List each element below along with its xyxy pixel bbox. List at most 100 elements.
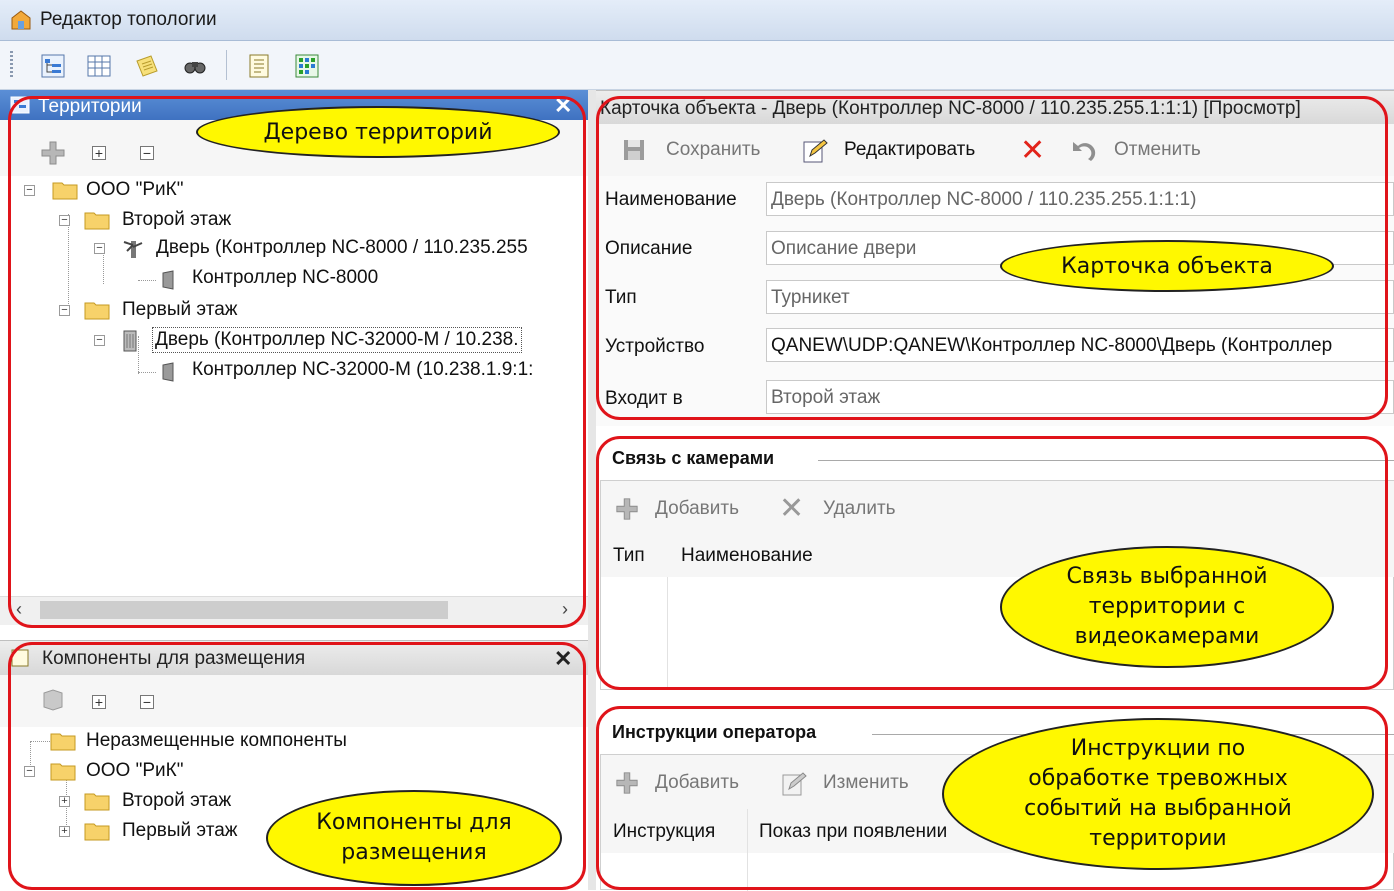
change-label: Изменить — [823, 772, 909, 793]
callout-text: Инструкции по — [1070, 736, 1246, 761]
tree-node-label: Второй этаж — [122, 790, 232, 811]
tree-node-company[interactable]: − ООО "РиК" — [0, 176, 588, 204]
callout-components: Компоненты для размещения — [266, 790, 562, 886]
vertical-splitter[interactable] — [588, 90, 596, 890]
tree-node-label: Первый этаж — [122, 299, 238, 320]
place-component-icon[interactable] — [40, 687, 66, 713]
tree-node-label: ООО "РиК" — [86, 179, 184, 200]
territories-panel-title: Территории — [38, 96, 142, 117]
device-label: Устройство — [605, 336, 705, 357]
parent-field[interactable]: Второй этаж — [766, 380, 1394, 414]
tree-node-controller-nc8000[interactable]: Контроллер NC-8000 — [0, 264, 588, 292]
callout-text: событий на выбранной — [1024, 796, 1292, 821]
name-label: Наименование — [605, 189, 737, 210]
components-icon — [11, 649, 29, 667]
components-toolbar: + − — [0, 675, 588, 727]
tree-node-unplaced[interactable]: Неразмещенные компоненты — [0, 727, 588, 755]
column-header-show[interactable]: Показ при появлении — [759, 821, 947, 843]
door-icon — [123, 330, 137, 352]
card-title: Карточка объекта - Дверь (Контроллер NC-… — [600, 98, 1301, 119]
callout-text: размещения — [341, 840, 487, 865]
territories-tree: − ООО "РиК" − Второй этаж − Дверь (Контр… — [0, 176, 588, 596]
delete-icon: ✕ — [779, 492, 805, 525]
grid-view-icon[interactable] — [86, 53, 112, 79]
territories-hscrollbar[interactable]: ‹ › — [0, 596, 588, 625]
callout-cameras: Связь выбранной территории с видеокамера… — [1000, 546, 1334, 668]
collapse-node-icon[interactable]: − — [24, 185, 35, 196]
turnstile-icon — [123, 241, 143, 258]
tree-node-label: ООО "РиК" — [86, 760, 184, 781]
parent-label: Входит в — [605, 388, 683, 409]
expand-node-icon[interactable]: + — [59, 826, 70, 837]
binoculars-icon[interactable] — [182, 53, 208, 79]
callout-text: Дерево территорий — [263, 119, 493, 145]
cancel-label: Отменить — [1114, 139, 1201, 160]
card-header: Карточка объекта - Дверь (Контроллер NC-… — [596, 90, 1394, 126]
toolbar-grip[interactable] — [10, 51, 13, 79]
tree-node-label: Первый этаж — [122, 820, 238, 841]
controller-icon — [162, 362, 174, 382]
column-divider — [747, 809, 748, 891]
edit-icon — [782, 772, 807, 796]
add-icon[interactable] — [40, 140, 66, 166]
callout-text: Карточка объекта — [1061, 253, 1273, 279]
expand-node-icon[interactable]: + — [59, 796, 70, 807]
callout-text: видеокамерами — [1074, 624, 1260, 649]
device-field[interactable]: QANEW\UDP:QANEW\Контроллер NC-8000\Дверь… — [766, 328, 1394, 362]
tree-node-door-nc8000[interactable]: − Дверь (Контроллер NC-8000 / 110.235.25… — [0, 234, 588, 262]
scroll-thumb[interactable] — [40, 601, 448, 619]
callout-text: обработке тревожных — [1028, 766, 1288, 791]
callout-text: Компоненты для — [316, 810, 512, 835]
window-title: Редактор топологии — [40, 9, 217, 30]
components-panel-header: Компоненты для размещения ✕ — [0, 640, 588, 676]
properties-icon[interactable] — [246, 53, 272, 79]
main-toolbar — [0, 41, 1394, 90]
expand-all-icon[interactable]: + — [92, 695, 106, 709]
tree-node-door-nc32000[interactable]: − Дверь (Контроллер NC-32000-M / 10.238. — [0, 326, 588, 354]
components-close-icon[interactable]: ✕ — [554, 646, 572, 672]
callout-territory-tree: Дерево территорий — [196, 106, 560, 158]
callout-text: Связь выбранной — [1066, 564, 1268, 589]
save-label: Сохранить — [666, 139, 761, 160]
type-label: Тип — [605, 287, 637, 308]
scroll-right-icon[interactable]: › — [562, 599, 568, 620]
notes-icon[interactable] — [134, 53, 160, 79]
tree-view-icon[interactable] — [40, 53, 66, 79]
collapse-node-icon[interactable]: − — [59, 305, 70, 316]
collapse-node-icon[interactable]: − — [59, 215, 70, 226]
group-divider — [818, 460, 1394, 461]
topology-app-icon — [11, 10, 31, 30]
folder-icon — [84, 302, 110, 320]
tree-node-first-floor[interactable]: − Первый этаж — [0, 296, 588, 324]
tree-node-controller-nc32000[interactable]: Контроллер NC-32000-M (10.238.1.9:1: — [0, 356, 588, 384]
collapse-node-icon[interactable]: − — [24, 766, 35, 777]
callout-instructions: Инструкции по обработке тревожных событи… — [942, 718, 1374, 870]
undo-icon — [1073, 142, 1096, 161]
delete-icon[interactable]: ✕ — [1020, 133, 1045, 168]
layout-grid-icon[interactable] — [294, 53, 320, 79]
collapse-all-icon[interactable]: − — [140, 695, 154, 709]
callout-text: территории с — [1088, 594, 1246, 619]
territories-close-icon[interactable]: ✕ — [554, 93, 572, 119]
column-header-type[interactable]: Тип — [613, 545, 645, 567]
tree-node-label: Контроллер NC-32000-M (10.238.1.9:1: — [192, 359, 534, 380]
folder-icon — [50, 733, 76, 751]
territories-icon — [10, 96, 30, 114]
description-label: Описание — [605, 238, 693, 259]
collapse-all-icon[interactable]: − — [140, 146, 154, 160]
edit-icon — [803, 139, 828, 163]
scroll-left-icon[interactable]: ‹ — [16, 599, 22, 620]
collapse-node-icon[interactable]: − — [94, 335, 105, 346]
tree-node-label: Дверь (Контроллер NC-8000 / 110.235.255 — [156, 237, 528, 258]
tree-node-label: Неразмещенные компоненты — [86, 730, 347, 751]
tree-node-second-floor[interactable]: − Второй этаж — [0, 206, 588, 234]
collapse-node-icon[interactable]: − — [94, 243, 105, 254]
column-header-name[interactable]: Наименование — [681, 545, 813, 567]
tree-node-company[interactable]: − ООО "РиК" — [0, 757, 588, 785]
tree-node-label-selected: Дверь (Контроллер NC-32000-M / 10.238. — [152, 327, 522, 353]
callout-object-card: Карточка объекта — [1000, 240, 1334, 292]
cameras-group-title: Связь с камерами — [612, 448, 775, 468]
expand-all-icon[interactable]: + — [92, 146, 106, 160]
name-field[interactable]: Дверь (Контроллер NC-8000 / 110.235.255.… — [766, 182, 1394, 216]
column-header-instruction[interactable]: Инструкция — [613, 821, 715, 843]
